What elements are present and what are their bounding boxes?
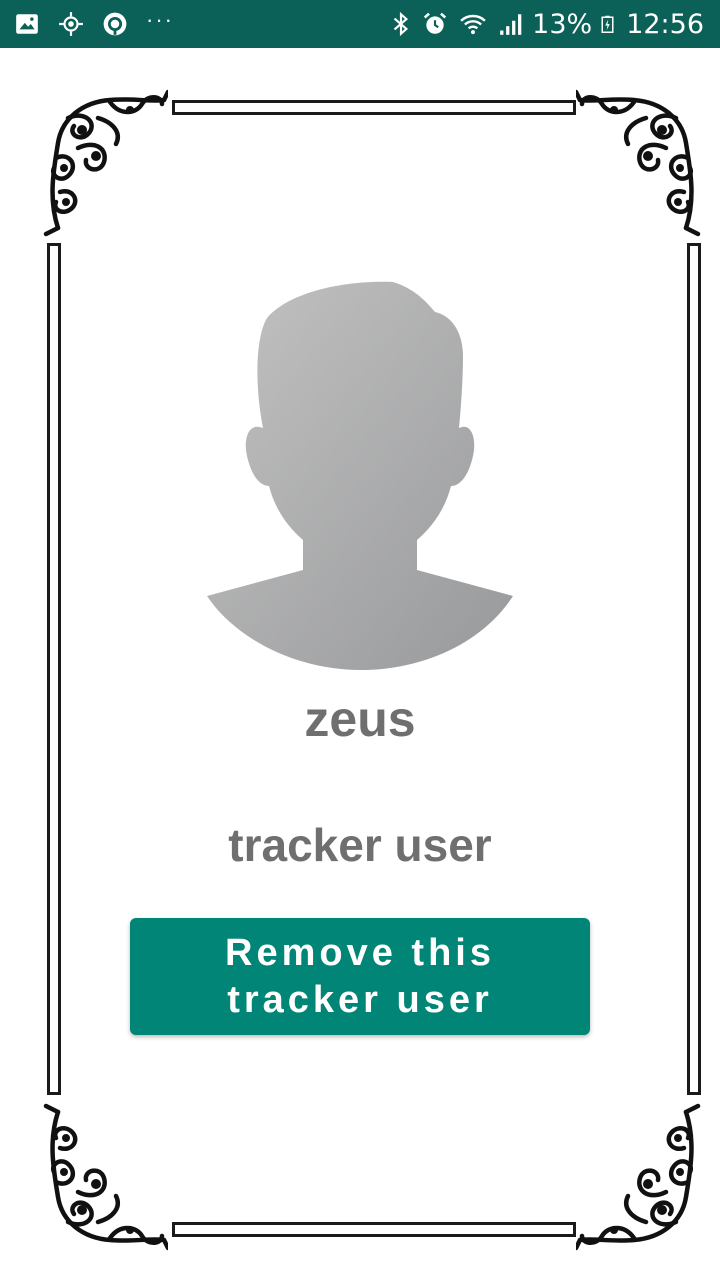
ornamental-corner-icon bbox=[576, 89, 701, 237]
alarm-icon bbox=[424, 12, 447, 34]
person-silhouette-icon bbox=[207, 281, 513, 670]
more-icon: ··· bbox=[146, 7, 174, 32]
wifi-icon bbox=[460, 14, 486, 35]
frame-bottom-border bbox=[172, 1222, 576, 1237]
status-bar: ··· 13% 12:56 bbox=[0, 0, 720, 48]
ornamental-corner-icon bbox=[43, 1103, 168, 1251]
frame-top-border bbox=[172, 100, 576, 115]
user-name: zeus bbox=[304, 691, 416, 747]
clock: 12:56 bbox=[626, 8, 704, 40]
status-bar-system: 13% 12:56 bbox=[380, 11, 704, 38]
status-bar-notifications: ··· bbox=[14, 7, 192, 37]
image-icon bbox=[16, 14, 38, 34]
battery-icon bbox=[601, 15, 614, 33]
frame-right-border bbox=[687, 243, 701, 1095]
signal-icon bbox=[500, 14, 522, 35]
sync-icon bbox=[103, 12, 127, 36]
remove-tracker-user-button[interactable]: Remove this tracker user bbox=[130, 918, 590, 1035]
frame-left-border bbox=[47, 243, 61, 1095]
bluetooth-icon bbox=[393, 11, 409, 37]
battery-percent: 13% bbox=[532, 8, 593, 40]
ornamental-corner-icon bbox=[576, 1103, 701, 1251]
ornamental-corner-icon bbox=[43, 89, 168, 237]
user-role: tracker user bbox=[228, 819, 492, 871]
location-icon bbox=[59, 12, 83, 36]
remove-button-label: Remove this tracker user bbox=[225, 931, 495, 1021]
